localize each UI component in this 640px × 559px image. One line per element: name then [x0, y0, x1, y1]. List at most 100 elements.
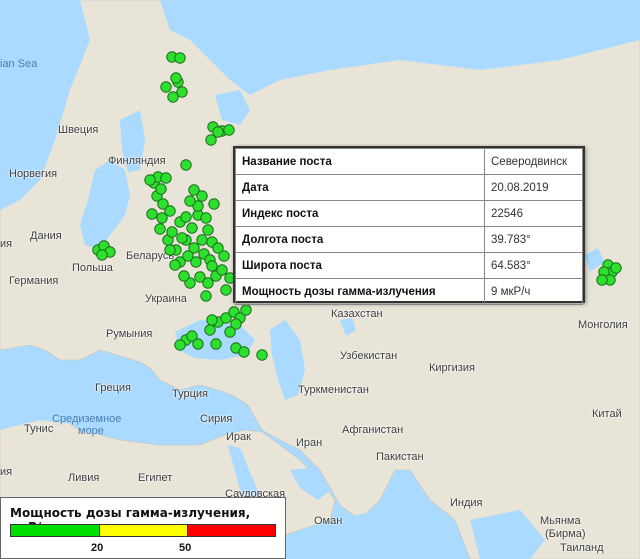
station-marker[interactable]: [186, 222, 198, 234]
station-marker[interactable]: [160, 81, 172, 93]
station-marker[interactable]: [164, 244, 176, 256]
label-greece: Греция: [95, 382, 131, 394]
label-turkey: Турция: [172, 388, 208, 400]
station-marker[interactable]: [196, 234, 208, 246]
station-marker[interactable]: [144, 174, 156, 186]
station-marker[interactable]: [596, 274, 608, 286]
station-marker[interactable]: [208, 198, 220, 210]
label-china: Китай: [592, 408, 622, 420]
station-marker[interactable]: [166, 226, 178, 238]
info-key: Долгота поста: [235, 226, 485, 253]
station-marker[interactable]: [240, 304, 252, 316]
info-key: Мощность дозы гамма-излучения: [235, 278, 485, 305]
station-marker[interactable]: [176, 232, 188, 244]
label-syria: Сирия: [200, 413, 233, 425]
station-marker[interactable]: [174, 52, 186, 64]
label-pakistan: Пакистан: [376, 451, 424, 463]
label-myanmar: Мьянма: [540, 515, 581, 527]
label-sea-partial: ian Sea: [0, 58, 38, 70]
info-row: Широта поста 64.583°: [235, 252, 583, 279]
dose-legend: Мощность дозы гамма-излучения, мкР/ч 20 …: [0, 497, 286, 559]
station-marker[interactable]: [204, 324, 216, 336]
label-tunisia: Тунис: [24, 423, 54, 435]
station-marker[interactable]: [146, 208, 158, 220]
info-value: 39.783°: [484, 226, 583, 253]
station-marker[interactable]: [210, 338, 222, 350]
station-marker[interactable]: [216, 264, 228, 276]
station-marker[interactable]: [192, 338, 204, 350]
station-marker[interactable]: [200, 212, 212, 224]
station-marker[interactable]: [188, 184, 200, 196]
station-marker[interactable]: [212, 126, 224, 138]
label-finland: Финляндия: [108, 155, 166, 167]
label-mongolia: Монголия: [578, 319, 628, 331]
station-marker[interactable]: [156, 212, 168, 224]
info-value: 64.583°: [484, 252, 583, 279]
label-myanmar-2: (Бирма): [545, 528, 586, 540]
station-marker[interactable]: [206, 260, 218, 272]
label-kazakhstan: Казахстан: [331, 308, 383, 320]
station-marker[interactable]: [256, 349, 268, 361]
label-poland: Польша: [72, 262, 113, 274]
station-marker[interactable]: [190, 256, 202, 268]
station-marker[interactable]: [184, 195, 196, 207]
label-ukraine: Украина: [145, 293, 187, 305]
label-left-partial-2: ия: [0, 466, 13, 478]
label-uzbekistan: Узбекистан: [340, 350, 398, 362]
label-libya: Ливия: [68, 472, 100, 484]
label-egypt: Египет: [138, 472, 173, 484]
label-kyrgyzstan: Киргизия: [429, 362, 475, 374]
legend-bar-high: [187, 524, 276, 537]
station-marker[interactable]: [174, 339, 186, 351]
station-marker[interactable]: [160, 172, 172, 184]
label-left-partial: ия: [0, 238, 13, 250]
label-denmark: Дания: [30, 230, 62, 242]
info-row: Мощность дозы гамма-излучения 9 мкР/ч: [235, 278, 583, 305]
station-marker[interactable]: [610, 262, 622, 274]
station-marker[interactable]: [202, 224, 214, 236]
label-mediterranean-2: море: [78, 425, 104, 437]
station-marker[interactable]: [224, 326, 236, 338]
info-row: Дата 20.08.2019: [235, 174, 583, 201]
station-marker[interactable]: [218, 250, 230, 262]
station-marker[interactable]: [206, 314, 218, 326]
info-row: Индекс поста 22546: [235, 200, 583, 227]
info-row: Название поста Северодвинск: [235, 148, 583, 175]
info-row: Долгота поста 39.783°: [235, 226, 583, 253]
label-sweden: Швеция: [58, 124, 99, 136]
station-marker[interactable]: [176, 86, 188, 98]
info-key: Дата: [235, 174, 485, 201]
label-iran: Иран: [296, 437, 323, 449]
station-marker[interactable]: [180, 211, 192, 223]
station-marker[interactable]: [169, 259, 181, 271]
station-marker[interactable]: [223, 124, 235, 136]
station-marker[interactable]: [155, 183, 167, 195]
label-romania: Румыния: [106, 328, 153, 340]
station-marker[interactable]: [96, 249, 108, 261]
label-mediterranean: Средиземное: [52, 413, 122, 425]
label-afghanistan: Афганистан: [342, 424, 404, 436]
station-marker[interactable]: [238, 346, 250, 358]
station-marker[interactable]: [178, 270, 190, 282]
info-key: Индекс поста: [235, 200, 485, 227]
label-germany: Германия: [9, 275, 59, 287]
station-marker[interactable]: [154, 223, 166, 235]
legend-bar-mid: [99, 524, 188, 537]
info-value: Северодвинск: [484, 148, 583, 175]
label-india: Индия: [450, 497, 483, 509]
label-norway: Норвегия: [9, 168, 58, 180]
station-marker[interactable]: [180, 159, 192, 171]
station-info-table: Название поста Северодвинск Дата 20.08.2019…: [235, 148, 583, 305]
station-info-popup: Название поста Северодвинск Дата 20.08.2019…: [233, 146, 585, 305]
info-value: 22546: [484, 200, 583, 227]
label-turkmenistan: Туркменистан: [298, 384, 369, 396]
station-marker[interactable]: [170, 72, 182, 84]
legend-tick-20: 20: [91, 542, 104, 554]
station-marker[interactable]: [200, 290, 212, 302]
info-key: Широта поста: [235, 252, 485, 279]
info-value: 20.08.2019: [484, 174, 583, 201]
info-value: 9 мкР/ч: [484, 278, 583, 305]
info-key: Название поста: [235, 148, 485, 175]
station-marker[interactable]: [220, 284, 232, 296]
legend-bar-low: [10, 524, 100, 537]
